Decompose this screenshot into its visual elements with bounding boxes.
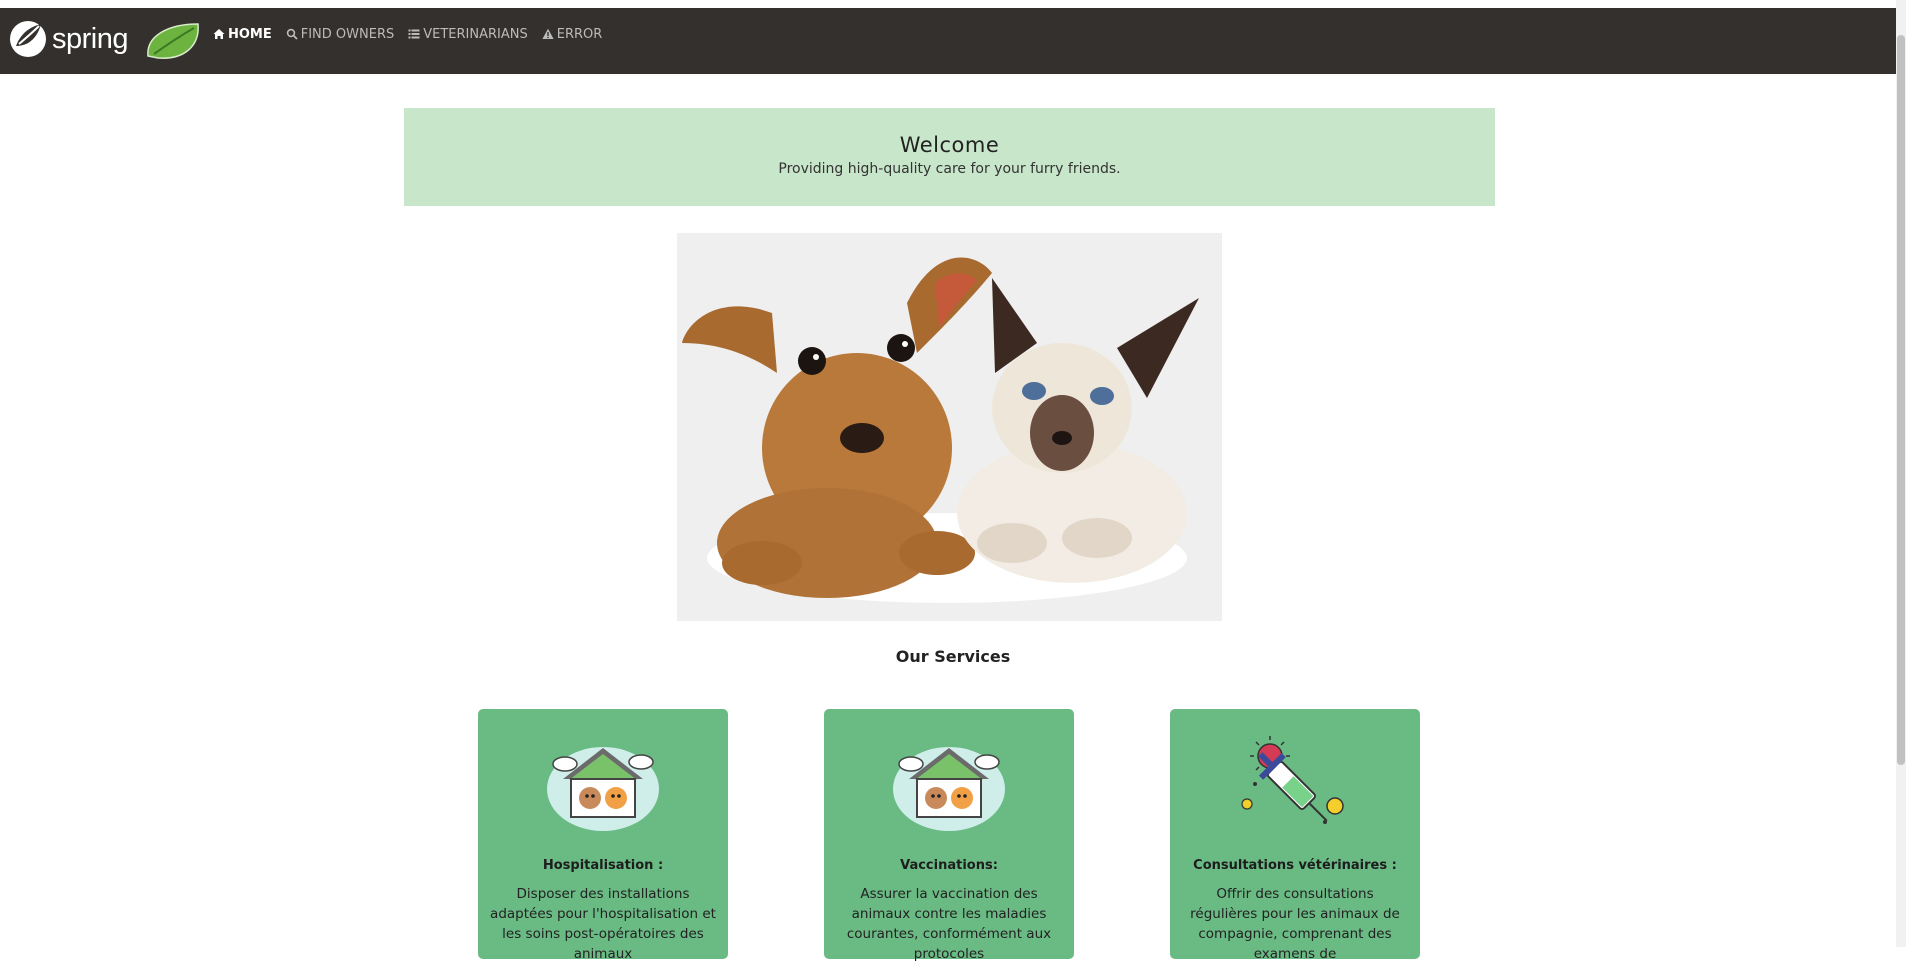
service-description: Disposer des installations adaptées pour… (490, 886, 716, 962)
service-card-consultations[interactable]: Consultations vétérinaires : Offrir des … (1170, 709, 1420, 962)
nav-find-owners[interactable]: FIND OWNERS (279, 27, 402, 42)
pet-house-icon (893, 747, 1005, 831)
main-nav: HOME FIND OWNERS VETERINARIANS ERROR (206, 8, 609, 60)
page-scrollbar[interactable] (1896, 0, 1906, 947)
service-card-hospitalisation[interactable]: Hospitalisation : Disposer des installat… (478, 709, 728, 962)
spring-logo[interactable]: spring (8, 16, 200, 64)
service-card-vaccinations[interactable]: Vaccinations: Assurer la vaccination des… (824, 709, 1074, 962)
nav-home[interactable]: HOME (206, 27, 279, 42)
warning-icon (542, 28, 554, 39)
service-title: Vaccinations: (900, 858, 998, 873)
nav-error[interactable]: ERROR (535, 27, 610, 42)
hero-image (677, 233, 1222, 621)
pet-house-icon (547, 747, 659, 831)
home-icon (213, 29, 225, 39)
list-icon (408, 29, 420, 39)
welcome-banner: Welcome Providing high-quality care for … (404, 108, 1495, 206)
welcome-title: Welcome (899, 133, 1000, 157)
nav-error-label: ERROR (556, 26, 603, 42)
nav-veterinarians[interactable]: VETERINARIANS (401, 27, 534, 42)
services-title: Our Services (895, 647, 1011, 666)
service-title: Consultations vétérinaires : (1193, 858, 1397, 873)
puppy-kitten-photo (677, 233, 1222, 621)
nav-home-label: HOME (228, 26, 272, 42)
nav-veterinarians-label: VETERINARIANS (423, 26, 528, 42)
service-description: Assurer la vaccination des animaux contr… (846, 886, 1052, 962)
brand-wordmark: spring (52, 23, 128, 55)
navbar: spring HOME FIND OWNERS VETERINARIANS ER… (0, 8, 1906, 74)
nav-find-owners-label: FIND OWNERS (300, 26, 395, 42)
search-icon (286, 28, 298, 40)
service-title: Hospitalisation : (542, 858, 664, 873)
syringe-virus-icon (1241, 736, 1344, 824)
welcome-subtitle: Providing high-quality care for your fur… (778, 161, 1121, 177)
service-description: Offrir des consultations régulières pour… (1190, 886, 1400, 962)
